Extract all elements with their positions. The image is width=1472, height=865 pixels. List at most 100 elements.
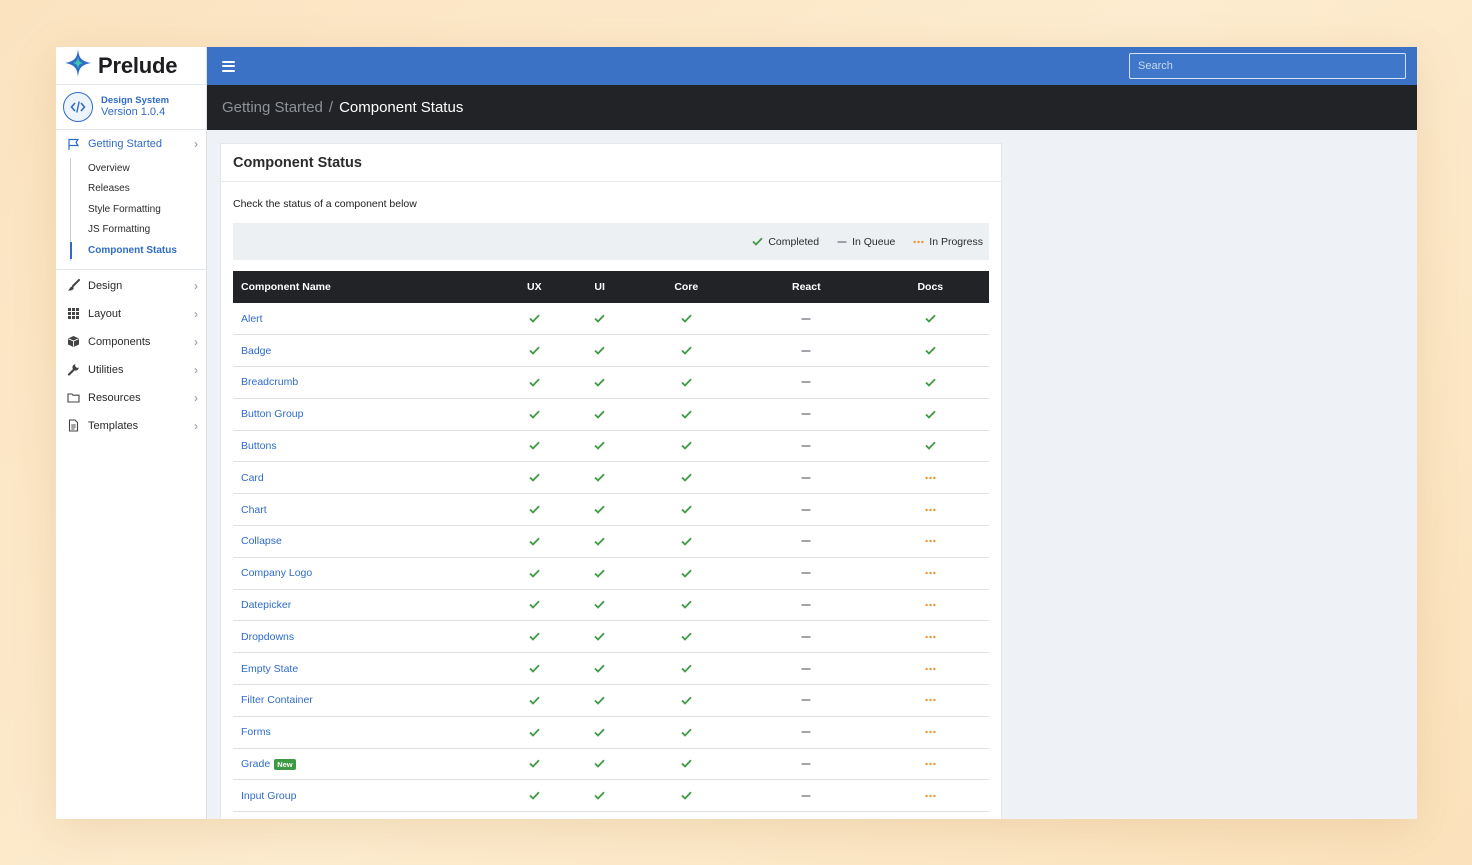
getting-started-submenu: Overview Releases Style Formatting JS Forma… [70,158,206,269]
dash-icon [799,693,813,707]
status-cell [872,748,989,780]
check-icon [527,311,541,325]
component-name-cell: Grade New [233,748,501,780]
status-cell [501,494,568,526]
component-name-cell: Company Logo [233,557,501,589]
dash-icon [799,439,813,453]
brand[interactable]: Prelude [56,47,206,85]
table-row: Alert [233,303,989,335]
component-link[interactable]: Input Group [241,790,296,802]
component-link[interactable]: Datepicker [241,599,291,611]
component-link[interactable]: Collapse [241,535,282,547]
column-header-component-name: Component Name [241,281,331,293]
check-icon [593,661,607,675]
sidebar-item-resources[interactable]: Resources › [56,384,206,412]
status-cell [872,716,989,748]
dots-icon [923,725,937,739]
check-icon [593,502,607,516]
dash-icon [799,534,813,548]
status-cell [501,335,568,367]
dash-icon [799,630,813,644]
sidebar-nav: Design › Layout › Components › Utilities › Resou… [56,270,206,440]
table-row: Card [233,462,989,494]
table-row: Button Group [233,398,989,431]
table-row: Buttons [233,430,989,462]
sidebar-item-utilities[interactable]: Utilities › [56,356,206,384]
version-number: Version 1.0.4 [101,106,166,119]
sidebar-subitem-js-formatting[interactable]: JS Formatting [70,220,206,241]
new-badge: New [274,758,296,770]
status-cell [741,430,872,462]
component-link[interactable]: Card [241,472,264,484]
status-cell [501,589,568,621]
status-cell [568,430,632,462]
status-cell [741,716,872,748]
sidebar-subitem-style-formatting[interactable]: Style Formatting [70,199,206,220]
status-cell [568,335,632,367]
status-cell [741,335,872,367]
sidebar-item-layout[interactable]: Layout › [56,300,206,328]
component-link[interactable]: Grade [241,758,270,770]
dots-icon [923,598,937,612]
component-link[interactable]: Button Group [241,408,303,420]
component-link[interactable]: Buttons [241,440,277,452]
component-link[interactable]: Breadcrumb [241,376,298,388]
search-input[interactable] [1129,53,1406,79]
code-icon [63,92,93,122]
wrench-icon [66,363,80,377]
status-cell [568,780,632,812]
check-icon [593,725,607,739]
status-cell [568,494,632,526]
card-title: Component Status [221,144,1001,182]
check-icon [923,407,937,421]
status-cell [872,462,989,494]
menu-toggle-icon[interactable] [222,60,235,72]
status-cell [501,780,568,812]
status-cell [632,780,741,812]
component-link[interactable]: Chart [241,504,267,516]
check-icon [679,439,693,453]
status-cell [741,367,872,399]
check-icon [679,725,693,739]
sidebar-subitem-overview[interactable]: Overview [70,158,206,179]
component-status-card: Component Status Check the status of a c… [220,143,1002,819]
check-icon [527,502,541,516]
check-icon [679,566,693,580]
check-icon [679,757,693,771]
sidebar-item-label: Resources [88,391,141,404]
top-bar [207,47,1417,85]
column-header-react: React [791,281,821,293]
dash-icon [799,662,813,676]
component-link[interactable]: Forms [241,726,271,738]
component-link[interactable]: Empty State [241,663,298,675]
breadcrumb-link-getting-started[interactable]: Getting Started [222,99,323,116]
status-cell [632,557,741,589]
component-link[interactable]: Alert [241,313,263,325]
version-info: Design System Version 1.0.4 [56,85,206,130]
component-link[interactable]: Company Logo [241,567,312,579]
status-cell [501,526,568,558]
sidebar-item-design[interactable]: Design › [56,272,206,300]
sidebar-subitem-component-status[interactable]: Component Status [70,240,206,261]
legend-progress-label: In Progress [929,235,983,248]
check-icon [923,375,937,389]
table-row: Company Logo [233,557,989,590]
check-icon [593,789,607,803]
sidebar-item-getting-started[interactable]: Getting Started › [56,130,206,158]
chevron-right-icon: › [194,137,198,151]
status-cell [632,716,741,748]
check-icon [593,598,607,612]
check-icon [679,343,693,357]
component-link[interactable]: Filter Container [241,694,313,706]
dots-icon [923,534,937,548]
component-link[interactable]: Badge [241,345,271,357]
status-cell [501,557,568,589]
sidebar-subitem-releases[interactable]: Releases [70,179,206,200]
component-name-cell: Input Group [233,780,501,812]
sidebar-item-components[interactable]: Components › [56,328,206,356]
breadcrumb-separator: / [328,99,334,116]
prelude-logo-icon [64,48,92,83]
component-link[interactable]: Dropdowns [241,631,294,643]
status-cell [872,494,989,526]
sidebar-item-templates[interactable]: Templates › [56,412,206,440]
